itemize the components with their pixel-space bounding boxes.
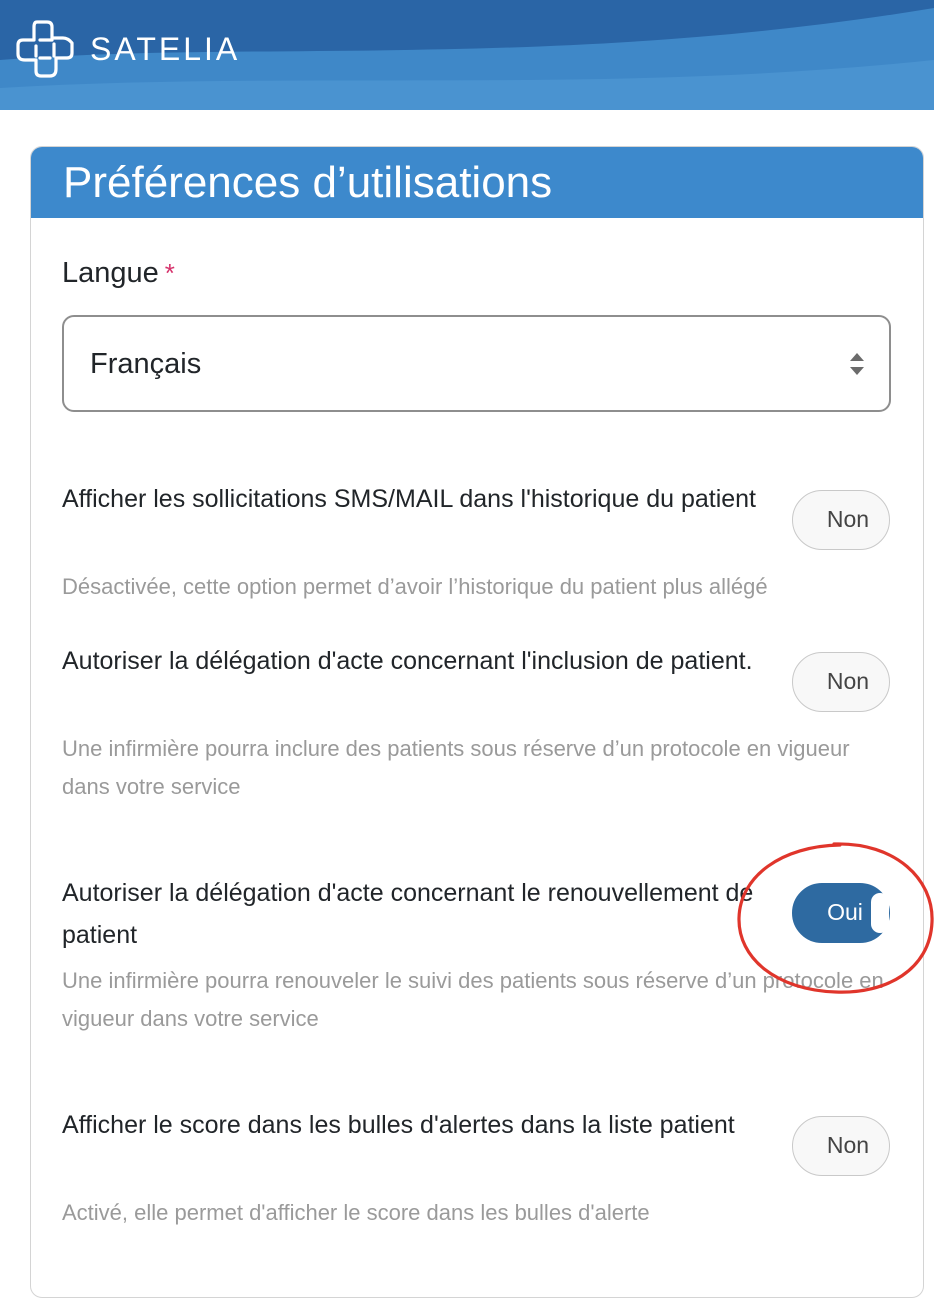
toggle-knob <box>871 893 889 933</box>
language-label-text: Langue <box>62 257 159 289</box>
option-renewal-delegation-toggle[interactable]: Oui <box>792 883 890 943</box>
toggle-label: Non <box>826 668 870 694</box>
card-header: Préférences d’utilisations <box>31 147 923 218</box>
option-renewal-delegation-title: Autoriser la délégation d'acte concernan… <box>62 879 754 949</box>
option-inclusion-delegation-description: Une infirmière pourra inclure des patien… <box>62 736 850 799</box>
satelia-logo-icon <box>16 20 74 78</box>
card-title: Préférences d’utilisations <box>63 158 553 207</box>
option-inclusion-delegation-toggle[interactable]: Non <box>792 652 890 712</box>
option-alert-score-title: Afficher le score dans les bulles d'aler… <box>62 1111 735 1139</box>
sort-arrows-icon <box>850 353 864 375</box>
option-inclusion-delegation-title: Autoriser la délégation d'acte concernan… <box>62 647 753 675</box>
toggle-label: Non <box>826 506 870 532</box>
language-select[interactable]: Français <box>62 315 891 412</box>
brand-logo[interactable]: SATELIA <box>12 16 240 82</box>
option-sms-history-toggle[interactable]: Non <box>792 490 890 550</box>
option-alert-score-toggle[interactable]: Non <box>792 1116 890 1176</box>
option-sms-history-title: Afficher les sollicitations SMS/MAIL dan… <box>62 485 757 513</box>
language-select-value: Français <box>90 348 202 380</box>
required-marker: * <box>164 258 175 288</box>
option-sms-history-description: Désactivée, cette option permet d’avoir … <box>62 574 768 599</box>
toggle-label: Non <box>826 1132 870 1158</box>
brand-name: SATELIA <box>90 30 241 67</box>
language-label: Langue * <box>62 254 175 292</box>
app-header: SATELIA <box>0 0 934 110</box>
option-alert-score-description: Activé, elle permet d'afficher le score … <box>62 1200 650 1225</box>
option-renewal-delegation-description: Une infirmière pourra renouveler le suiv… <box>62 968 884 1031</box>
